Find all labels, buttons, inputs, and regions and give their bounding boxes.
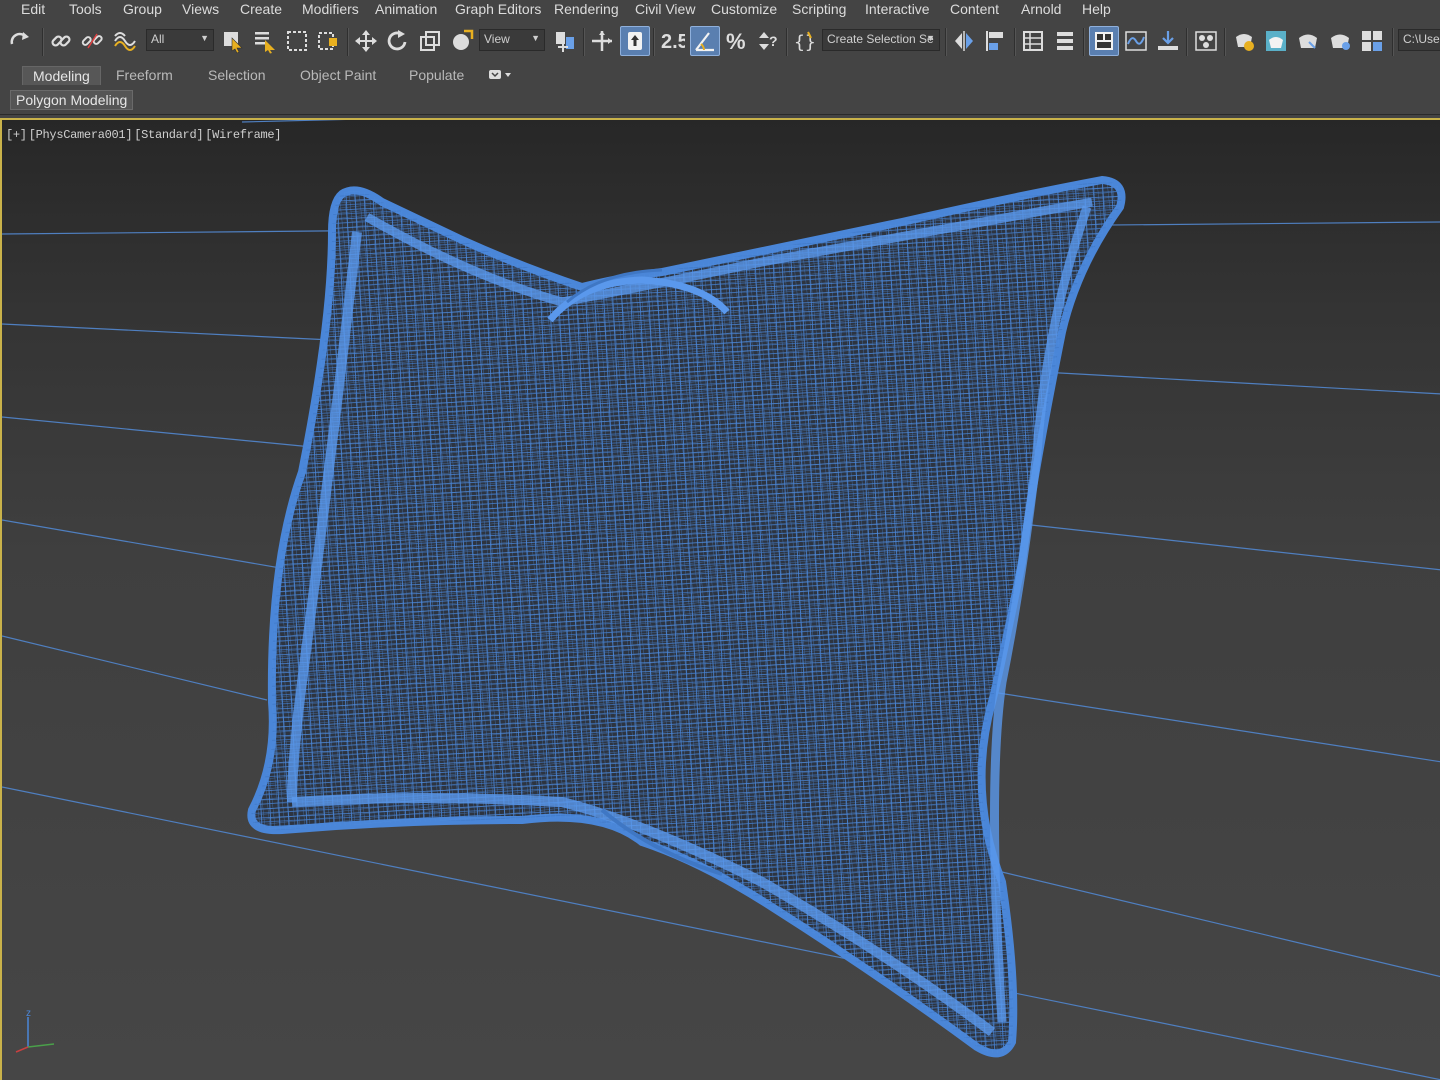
reference-coordinate-dropdown[interactable]: View ▼ [479,29,545,51]
align-icon[interactable] [981,26,1011,56]
svg-text:?: ? [769,33,778,49]
viewport-label: [+] [PhysCamera001] [Standard] [Wireframe] [6,128,283,142]
selection-filter-value: All [151,32,165,46]
viewport-shading-standard[interactable]: [Standard] [134,128,203,142]
project-path-field[interactable]: C:\User [1398,29,1440,51]
tab-selection[interactable]: Selection [208,67,266,83]
named-selection-dropdown[interactable]: Create Selection Se ▼ [822,29,940,51]
viewport-perspective[interactable]: z [+] [PhysCamera001] [Standard] [Wireframe… [0,118,1440,1080]
rectangular-selection-icon[interactable] [282,26,312,56]
viewport-menu-plus[interactable]: [+] [6,128,27,142]
menu-arnold[interactable]: Arnold [1021,1,1061,17]
render-setup-icon[interactable] [1229,26,1259,56]
keyboard-shortcut-toggle-icon[interactable] [620,26,650,56]
tab-modeling[interactable]: Modeling [22,66,101,85]
menu-edit[interactable]: Edit [21,1,45,17]
menu-customize[interactable]: Customize [711,1,777,17]
menu-views[interactable]: Views [182,1,219,17]
scene-explorer-icon[interactable] [1018,26,1048,56]
ribbon-tabs: Modeling Freeform Selection Object Paint… [0,64,1440,88]
coordinate-system-value: View [484,32,510,46]
ribbon-options-icon[interactable] [488,68,514,85]
schematic-view-icon[interactable] [1153,26,1183,56]
selection-filter-dropdown[interactable]: All ▼ [146,29,214,51]
axis-tripod-icon: z [15,1008,55,1053]
select-place-icon[interactable] [447,26,477,56]
menu-scripting[interactable]: Scripting [792,1,846,17]
menu-group[interactable]: Group [123,1,162,17]
viewport-display-mode[interactable]: [Wireframe] [205,128,281,142]
menu-animation[interactable]: Animation [375,1,437,17]
redo-icon[interactable] [4,26,38,56]
ribbon-panel: Polygon Modeling [0,88,1440,115]
pillow-wireframe [247,175,1126,1058]
pivot-center-icon[interactable] [550,26,580,56]
menu-create[interactable]: Create [240,1,282,17]
link-icon[interactable] [46,26,76,56]
tab-freeform[interactable]: Freeform [116,67,173,83]
menu-civil-view[interactable]: Civil View [635,1,695,17]
material-editor-icon[interactable] [1191,26,1221,56]
menu-content[interactable]: Content [950,1,999,17]
curve-editor-icon[interactable] [1121,26,1151,56]
tab-object-paint[interactable]: Object Paint [300,67,376,83]
chevron-down-icon: ▼ [926,33,935,43]
wireframe-scene: z [2,120,1440,1080]
toggle-ribbon-icon[interactable] [1089,26,1119,56]
bind-space-warp-icon[interactable] [110,26,140,56]
menu-modifiers[interactable]: Modifiers [302,1,359,17]
select-object-icon[interactable] [218,26,248,56]
rendered-frame-window-icon[interactable] [1261,26,1291,56]
angle-snap-icon[interactable] [690,26,720,56]
select-manipulate-icon[interactable] [587,26,617,56]
menu-help[interactable]: Help [1082,1,1111,17]
chevron-down-icon: ▼ [531,33,540,43]
select-scale-icon[interactable] [415,26,445,56]
viewport-camera-label[interactable]: [PhysCamera001] [29,128,133,142]
snap-label: 2.5 [661,31,685,53]
edit-named-selections-icon[interactable]: {} [790,26,820,56]
menu-bar: Edit Tools Group Views Create Modifiers … [0,0,1440,20]
tab-populate[interactable]: Populate [409,67,464,83]
window-crossing-icon[interactable] [313,26,343,56]
svg-text:{}: {} [794,32,816,53]
main-toolbar: All ▼ View ▼ 2.5 % ? {} Create Selection… [0,20,1440,65]
chevron-down-icon: ▼ [200,33,209,43]
select-move-icon[interactable] [351,26,381,56]
render-in-cloud-icon[interactable] [1357,26,1387,56]
menu-rendering[interactable]: Rendering [554,1,619,17]
svg-text:%: % [726,29,746,54]
mirror-icon[interactable] [949,26,979,56]
percent-snap-icon[interactable]: % [722,26,752,56]
select-by-name-icon[interactable] [250,26,280,56]
axis-z-label: z [26,1008,31,1019]
polygon-modeling-panel[interactable]: Polygon Modeling [10,90,134,110]
named-selection-value: Create Selection Se [827,32,934,46]
snaps-toggle-icon[interactable]: 2.5 [657,26,687,56]
layer-explorer-icon[interactable] [1050,26,1080,56]
unlink-icon[interactable] [77,26,107,56]
menu-tools[interactable]: Tools [69,1,102,17]
menu-graph-editors[interactable]: Graph Editors [455,1,541,17]
render-production-icon[interactable] [1293,26,1323,56]
select-rotate-icon[interactable] [383,26,413,56]
project-path-value: C:\User [1403,32,1440,46]
menu-interactive[interactable]: Interactive [865,1,930,17]
spinner-snap-icon[interactable]: ? [753,26,783,56]
render-iterative-icon[interactable] [1325,26,1355,56]
